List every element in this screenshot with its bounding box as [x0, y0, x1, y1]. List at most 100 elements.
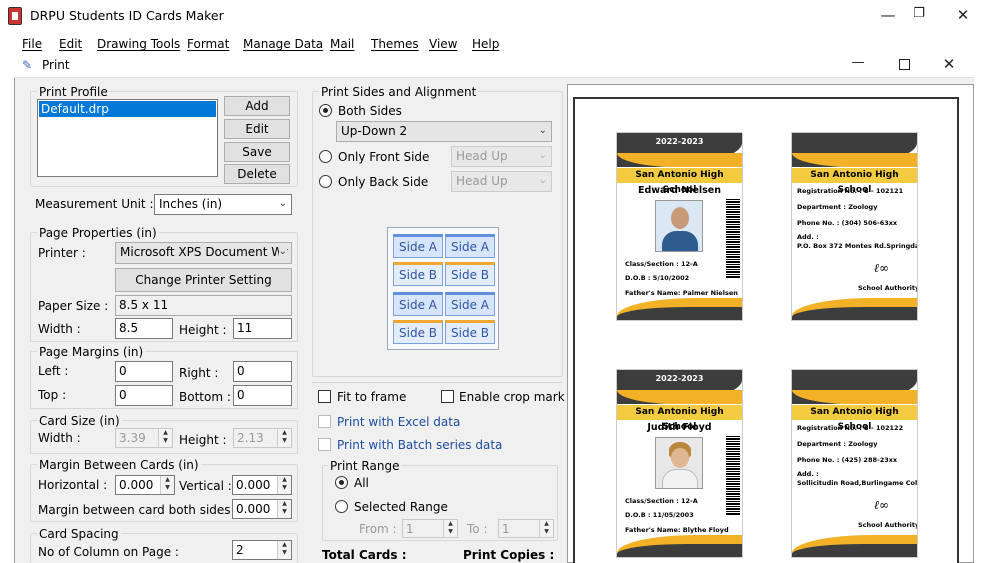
- save-profile-button[interactable]: Save: [224, 142, 290, 162]
- paper-size-label: Paper Size :: [38, 299, 109, 313]
- left-margin-input[interactable]: 0: [115, 361, 173, 382]
- menu-view[interactable]: View: [429, 37, 457, 51]
- measurement-unit-select[interactable]: Inches (in) ⌄: [154, 194, 292, 215]
- spinner-icon: ▲ ▼: [158, 429, 172, 447]
- card-school: San Antonio High School: [617, 405, 742, 432]
- vertical-margin-input[interactable]: 0.000 ▲ ▼: [232, 475, 292, 495]
- card-address-label: Add. :: [797, 233, 819, 241]
- horizontal-margin-input[interactable]: 0.000 ▲ ▼: [115, 475, 175, 495]
- app-title: DRPU Students ID Cards Maker: [30, 8, 224, 23]
- card-dob: D.O.B : 5/10/2002: [625, 274, 690, 282]
- card-height-value: 2.13: [237, 431, 264, 445]
- printer-select[interactable]: Microsoft XPS Document Wr ⌄: [115, 242, 292, 264]
- side-b-box: Side B: [445, 262, 495, 286]
- add-profile-button[interactable]: Add: [224, 96, 290, 116]
- back-side-value: Head Up: [456, 174, 508, 188]
- card-size-legend: Card Size (in): [37, 414, 122, 428]
- selected-range-radio[interactable]: [335, 500, 348, 513]
- menu-format[interactable]: Format: [187, 37, 229, 51]
- both-sides-margin-value: 0.000: [236, 502, 271, 516]
- signature-icon: ℓ∞: [874, 498, 889, 512]
- batch-data-checkbox[interactable]: [318, 438, 331, 451]
- excel-data-checkbox[interactable]: [318, 415, 331, 428]
- height-label: Height :: [179, 323, 227, 337]
- right-margin-input[interactable]: 0: [233, 361, 292, 382]
- card-dob: D.O.B : 11/05/2003: [625, 511, 694, 519]
- both-sides-value: Up-Down 2: [341, 124, 408, 138]
- top-margin-input[interactable]: 0: [115, 385, 173, 406]
- background-window: [0, 54, 14, 563]
- minimize-icon[interactable]: —: [873, 6, 903, 24]
- spinner-icon: ▲ ▼: [539, 520, 553, 537]
- columns-input[interactable]: 2 ▲ ▼: [232, 540, 292, 560]
- menu-manage-data[interactable]: Manage Data: [243, 37, 323, 51]
- side-a-box: Side A: [393, 234, 443, 258]
- both-sides-radio[interactable]: [319, 104, 332, 117]
- menu-file[interactable]: File: [22, 37, 42, 51]
- vertical-margin-value: 0.000: [236, 478, 271, 492]
- card-class: Class/Section : 12-A: [625, 497, 698, 505]
- margin-between-legend: Margin Between Cards (in): [37, 458, 201, 472]
- page-height-input[interactable]: 11: [233, 318, 292, 339]
- card-authority: School Authority: [858, 284, 918, 292]
- chevron-down-icon: ⌄: [278, 198, 287, 209]
- restore-icon[interactable]: ❐: [904, 6, 934, 21]
- card-height-input: 2.13 ▲ ▼: [233, 428, 292, 448]
- spinner-icon[interactable]: ▲ ▼: [277, 541, 291, 559]
- spinner-icon[interactable]: ▲ ▼: [277, 500, 291, 518]
- selected-range-label: Selected Range: [354, 500, 448, 514]
- spinner-icon[interactable]: ▲ ▼: [160, 476, 174, 494]
- both-sides-select[interactable]: Up-Down 2 ⌄: [336, 121, 552, 142]
- card-department: Department : Zoology: [797, 440, 878, 448]
- menu-help[interactable]: Help: [472, 37, 499, 51]
- horizontal-margin-value: 0.000: [119, 478, 154, 492]
- side-a-box: Side A: [393, 292, 443, 316]
- chevron-down-icon: ⌄: [538, 125, 547, 136]
- front-side-radio[interactable]: [319, 150, 332, 163]
- both-sides-margin-input[interactable]: 0.000 ▲ ▼: [232, 499, 292, 519]
- signature-icon: ℓ∞: [874, 261, 889, 275]
- chevron-down-icon: ⌄: [538, 150, 547, 161]
- menu-drawing-tools[interactable]: Drawing Tools: [97, 37, 180, 51]
- card-authority: School Authority: [858, 521, 918, 529]
- top-margin-label: Top :: [38, 388, 67, 402]
- front-side-value: Head Up: [456, 149, 508, 163]
- print-dialog-titlebar: [14, 53, 974, 78]
- both-sides-margin-label: Margin between card both sides :: [38, 503, 239, 517]
- vertical-label: Vertical :: [179, 479, 232, 493]
- dialog-minimize-icon[interactable]: —: [843, 55, 873, 70]
- crop-mark-checkbox[interactable]: [441, 390, 454, 403]
- from-input: 1 ▲ ▼: [402, 519, 458, 538]
- excel-data-label: Print with Excel data: [337, 415, 461, 429]
- spinner-icon: ▲ ▼: [277, 429, 291, 447]
- student-photo: [655, 200, 703, 252]
- close-icon[interactable]: ✕: [948, 6, 978, 24]
- side-b-box: Side B: [393, 320, 443, 344]
- chevron-down-icon: ⌄: [278, 246, 287, 257]
- card-address: P.O. Box 372 Montes Rd.Springdal: [797, 242, 918, 250]
- back-side-radio[interactable]: [319, 175, 332, 188]
- menu-edit[interactable]: Edit: [59, 37, 82, 51]
- print-dialog-icon: ✎: [22, 58, 33, 72]
- menu-themes[interactable]: Themes: [371, 37, 419, 51]
- width-label: Width :: [38, 322, 81, 336]
- card-year: 2022-2023: [655, 374, 704, 383]
- all-range-radio[interactable]: [335, 476, 348, 489]
- dialog-maximize-icon[interactable]: [899, 59, 910, 70]
- fit-to-frame-checkbox[interactable]: [318, 390, 331, 403]
- menu-mail[interactable]: Mail: [330, 37, 354, 51]
- spinner-icon[interactable]: ▲ ▼: [277, 476, 291, 494]
- card-registration: Registration No. : S - 102122: [797, 424, 904, 432]
- edit-profile-button[interactable]: Edit: [224, 119, 290, 139]
- card-address: Sollicitudin Road,Burlingame Colo: [797, 479, 918, 487]
- delete-profile-button[interactable]: Delete: [224, 164, 290, 184]
- profile-list-item[interactable]: Default.drp: [39, 101, 216, 117]
- dialog-close-icon[interactable]: ✕: [934, 55, 964, 73]
- bottom-margin-input[interactable]: 0: [233, 385, 292, 406]
- fit-to-frame-label: Fit to frame: [337, 390, 407, 404]
- paper-size-field: 8.5 x 11: [115, 295, 292, 316]
- change-printer-setting-button[interactable]: Change Printer Setting: [115, 268, 292, 292]
- page-width-input[interactable]: 8.5: [115, 318, 173, 339]
- card-width-value: 3.39: [119, 431, 146, 445]
- side-a-box: Side A: [445, 234, 495, 258]
